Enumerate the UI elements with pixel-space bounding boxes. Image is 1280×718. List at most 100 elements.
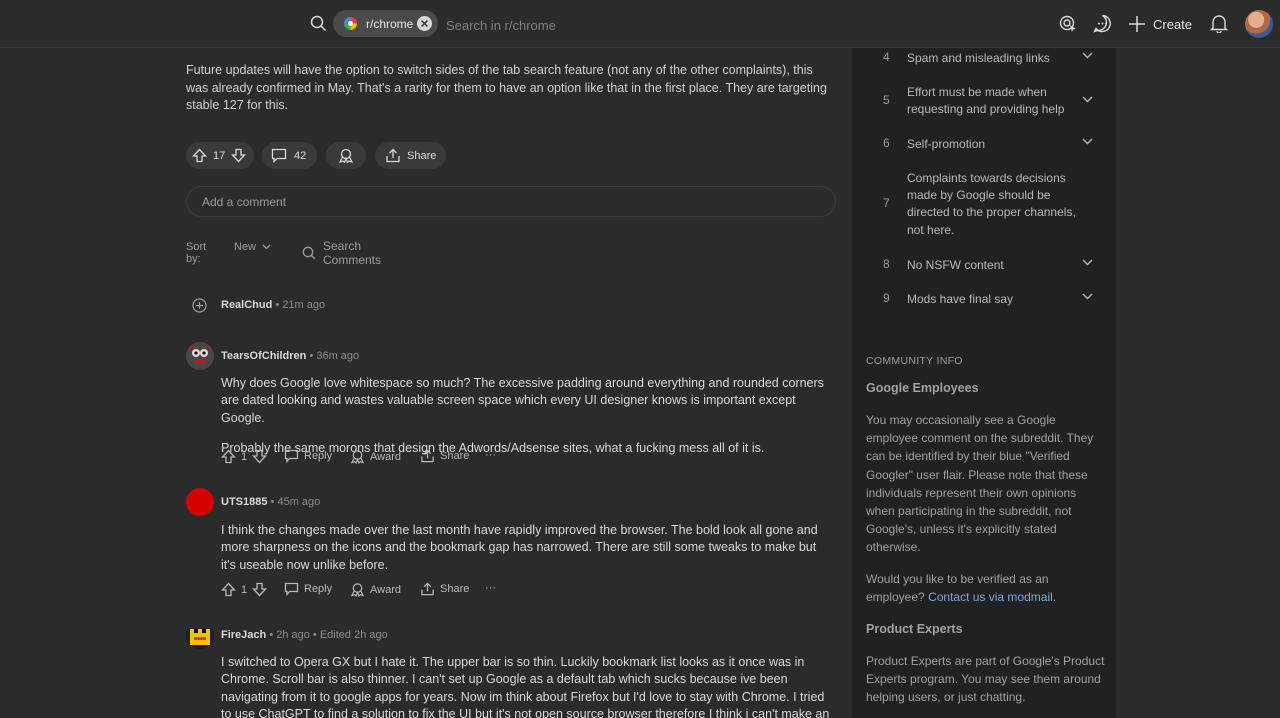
chrome-logo-icon xyxy=(344,17,357,30)
add-comment-input[interactable]: Add a comment xyxy=(186,186,836,217)
community-info-label: COMMUNITY INFO xyxy=(866,355,963,367)
chevron-down-icon xyxy=(1082,259,1093,266)
comment-author[interactable]: UTS1885 xyxy=(221,496,267,508)
upvote-icon[interactable] xyxy=(221,582,236,597)
comment-realchud: RealChud • 21m ago xyxy=(186,298,846,317)
rule-item[interactable]: 5 Effort must be made when requesting an… xyxy=(852,84,1116,120)
avatar[interactable] xyxy=(186,629,214,649)
rule-item[interactable]: 9 Mods have final say xyxy=(852,291,1116,311)
comment-meta: • 45m ago xyxy=(270,496,321,508)
sidebar: 4 Spam and misleading links 5 Effort mus… xyxy=(852,48,1116,718)
sort-dropdown[interactable]: New xyxy=(234,241,271,253)
expand-icon[interactable] xyxy=(192,298,207,313)
comment-meta: • 2h ago • Edited 2h ago xyxy=(269,629,388,641)
comment-icon xyxy=(284,449,299,463)
top-header: r/chrome Create xyxy=(0,0,1280,48)
downvote-icon[interactable] xyxy=(252,449,268,464)
comment-author[interactable]: RealChud xyxy=(221,299,272,311)
user-avatar[interactable] xyxy=(1245,10,1273,38)
share-button[interactable]: Share xyxy=(420,582,469,596)
community-chip[interactable]: r/chrome xyxy=(333,10,438,37)
comment-paragraph: I switched to Opera GX but I hate it. Th… xyxy=(221,655,830,718)
comment-meta: • 21m ago xyxy=(275,299,326,311)
comment-count: 42 xyxy=(294,150,307,162)
award-button[interactable]: Award xyxy=(350,449,401,464)
comment-meta: • 36m ago xyxy=(309,350,360,362)
reply-label: Reply xyxy=(304,450,333,462)
share-icon xyxy=(385,148,401,163)
avatar[interactable] xyxy=(186,488,214,516)
rule-item[interactable]: 7 Complaints towards decisions made by G… xyxy=(852,170,1116,240)
rule-item[interactable]: 8 No NSFW content xyxy=(852,257,1116,277)
search-icon xyxy=(302,246,316,260)
award-button[interactable] xyxy=(326,142,366,169)
comment-firejach: FireJach • 2h ago • Edited 2h ago I swit… xyxy=(186,629,846,718)
comment-header: UTS1885 • 45m ago xyxy=(221,496,320,508)
chevron-down-icon xyxy=(1082,96,1093,103)
comment-body: Why does Google love whitespace so much?… xyxy=(221,375,833,458)
rule-number: 7 xyxy=(883,196,890,210)
comment-header: TearsOfChildren • 36m ago xyxy=(221,350,359,362)
award-icon xyxy=(350,449,365,464)
share-button[interactable]: Share xyxy=(420,449,469,463)
reply-button[interactable]: Reply xyxy=(284,582,332,596)
community-chip-label: r/chrome xyxy=(366,17,414,31)
add-comment-placeholder: Add a comment xyxy=(202,195,287,209)
share-button[interactable]: Share xyxy=(375,142,446,169)
create-button[interactable]: Create xyxy=(1128,13,1192,35)
comment-icon xyxy=(271,148,287,163)
product-experts-text: Product Experts are part of Google's Pro… xyxy=(866,654,1105,705)
award-label: Award xyxy=(370,450,401,463)
plus-icon xyxy=(1128,15,1146,33)
comments-button[interactable]: 42 xyxy=(262,142,317,169)
more-options-button[interactable]: ··· xyxy=(485,582,496,594)
comment-uts1885: UTS1885 • 45m ago I think the changes ma… xyxy=(186,488,846,606)
upvote-count: 17 xyxy=(213,150,226,162)
vote-pill: 17 xyxy=(186,142,254,169)
rule-text: Spam and misleading links xyxy=(907,51,1050,65)
comment-tearsofchildren: TearsOfChildren • 36m ago Why does Googl… xyxy=(186,342,846,475)
rule-item[interactable]: 6 Self-promotion xyxy=(852,136,1116,156)
vote-count: 1 xyxy=(241,583,248,596)
chevron-down-icon xyxy=(262,244,271,250)
downvote-icon[interactable] xyxy=(252,582,268,597)
comment-body: I switched to Opera GX but I hate it. Th… xyxy=(221,654,833,718)
rule-text: Self-promotion xyxy=(907,137,986,151)
comment-author[interactable]: TearsOfChildren xyxy=(221,350,306,362)
share-icon xyxy=(420,582,435,596)
search-input[interactable] xyxy=(444,12,748,38)
award-button[interactable]: Award xyxy=(350,582,401,597)
vote-count: 1 xyxy=(241,450,248,463)
advertise-icon[interactable] xyxy=(1059,14,1078,33)
chat-icon[interactable] xyxy=(1093,14,1112,33)
chevron-down-icon xyxy=(1082,293,1093,300)
comment-author[interactable]: FireJach xyxy=(221,629,266,641)
share-label: Share xyxy=(440,583,470,595)
rule-number: 9 xyxy=(883,291,890,305)
rule-number: 6 xyxy=(883,136,890,150)
rule-number: 4 xyxy=(883,50,890,64)
search-comments[interactable]: Search Comments xyxy=(302,239,381,267)
upvote-icon[interactable] xyxy=(221,449,236,464)
avatar[interactable] xyxy=(186,342,214,370)
post-body: Future updates will have the option to s… xyxy=(186,63,827,112)
vote-group: 1 xyxy=(221,449,268,464)
search-icon[interactable] xyxy=(310,15,327,32)
close-icon[interactable] xyxy=(417,16,432,31)
rule-text: No NSFW content xyxy=(907,258,1004,272)
chevron-down-icon xyxy=(1082,138,1093,145)
search-comments-label: Search Comments xyxy=(323,239,382,267)
downvote-icon[interactable] xyxy=(231,148,246,163)
google-employees-text: You may occasionally see a Google employ… xyxy=(866,413,1094,555)
award-icon xyxy=(338,148,354,163)
reply-button[interactable]: Reply xyxy=(284,449,332,463)
rule-number: 5 xyxy=(883,93,890,107)
more-options-button[interactable]: ··· xyxy=(485,449,496,461)
rule-item[interactable]: 4 Spam and misleading links xyxy=(852,50,1116,70)
create-label: Create xyxy=(1153,16,1193,32)
upvote-icon[interactable] xyxy=(192,148,207,163)
comment-paragraph: Why does Google love whitespace so much?… xyxy=(221,376,824,425)
modmail-link[interactable]: Contact us via modmail. xyxy=(928,590,1056,604)
share-label: Share xyxy=(407,150,437,162)
bell-icon[interactable] xyxy=(1210,14,1228,33)
